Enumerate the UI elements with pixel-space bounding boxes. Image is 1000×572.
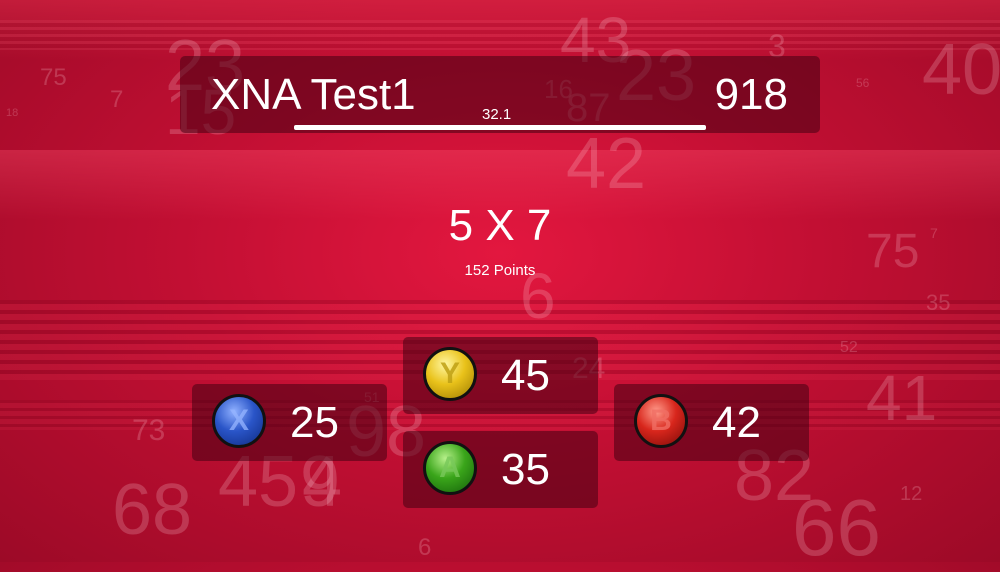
x-button-icon[interactable]: X bbox=[212, 394, 266, 448]
background-number: 18 bbox=[6, 107, 19, 119]
background-number: 6 bbox=[418, 534, 432, 561]
question-text: 5 X 7 bbox=[448, 201, 552, 250]
answer-x-value: 25 bbox=[290, 398, 339, 447]
answer-a-value: 35 bbox=[501, 445, 550, 494]
background-number: 42 bbox=[566, 124, 647, 204]
y-button-icon[interactable]: Y bbox=[423, 347, 477, 401]
y-button-letter: Y bbox=[439, 357, 460, 390]
answer-x-option[interactable]: X 25 bbox=[192, 384, 387, 461]
a-button-letter: A bbox=[439, 451, 461, 484]
timer-value: 32.1 bbox=[482, 106, 512, 123]
points-value: 152 Points bbox=[464, 262, 536, 279]
answer-b-option[interactable]: B 42 bbox=[614, 384, 809, 461]
background-number: 12 bbox=[900, 483, 923, 505]
background-number: 7 bbox=[110, 86, 124, 113]
background-number: 40 bbox=[922, 30, 1000, 110]
answer-b-value: 42 bbox=[712, 398, 761, 447]
answer-a-option[interactable]: A 35 bbox=[403, 431, 598, 508]
b-button-letter: B bbox=[650, 404, 672, 437]
header-panel: XNA Test1 918 32.1 bbox=[180, 56, 820, 133]
background-stripe bbox=[0, 0, 1000, 60]
score-value: 918 bbox=[714, 70, 788, 119]
timer-bar bbox=[294, 125, 706, 130]
background-number: 35 bbox=[926, 290, 951, 315]
background-stripe bbox=[0, 20, 1000, 50]
timer-bar-fill bbox=[294, 125, 706, 130]
x-button-letter: X bbox=[228, 404, 249, 437]
answer-y-option[interactable]: Y 45 bbox=[403, 337, 598, 414]
background-number: 73 bbox=[132, 414, 166, 447]
answer-y-value: 45 bbox=[501, 351, 550, 400]
background-number: 56 bbox=[856, 76, 870, 90]
background-number: 41 bbox=[866, 362, 938, 434]
background-number: 52 bbox=[840, 339, 858, 356]
background-number: 68 bbox=[112, 470, 193, 550]
game-title: XNA Test1 bbox=[211, 70, 416, 119]
background-number: 75 bbox=[40, 64, 67, 91]
a-button-icon[interactable]: A bbox=[423, 441, 477, 495]
background-number: 66 bbox=[792, 483, 881, 572]
b-button-icon[interactable]: B bbox=[634, 394, 688, 448]
